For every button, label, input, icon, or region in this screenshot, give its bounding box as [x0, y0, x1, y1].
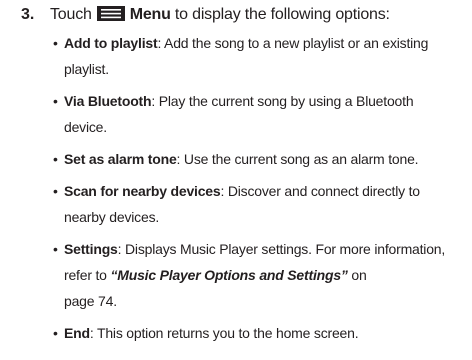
option-name: End — [64, 325, 90, 341]
bullet: • — [53, 151, 58, 167]
list-item-settings: • Settings: Displays Music Player settin… — [53, 236, 460, 314]
option-description: : Add the song to a new playlist or an e… — [157, 35, 429, 51]
page-reference: page 74. — [64, 293, 117, 309]
menu-label: Menu — [129, 6, 171, 23]
list-item-via-bluetooth: • Via Bluetooth: Play the current song b… — [53, 88, 460, 140]
option-name: Via Bluetooth — [64, 93, 152, 109]
option-name: Scan for nearby devices — [64, 183, 221, 199]
option-description: : Use the current song as an alarm tone. — [176, 151, 419, 167]
step-number: 3. — [21, 6, 35, 23]
option-name: Set as alarm tone — [64, 151, 177, 167]
option-name: Settings — [64, 241, 118, 257]
option-description: : Play the current song by using a Bluet… — [151, 93, 414, 109]
option-description: : Displays Music Player settings. For mo… — [117, 241, 446, 257]
list-item-set-as-alarm-tone: • Set as alarm tone: Use the current son… — [53, 146, 460, 172]
menu-icon — [96, 6, 125, 21]
option-description: : This option returns you to the home sc… — [89, 325, 359, 341]
step-text-touch: Touch — [50, 6, 92, 23]
option-name: Add to playlist — [64, 35, 158, 51]
bullet: • — [53, 93, 58, 109]
cross-reference-link[interactable]: “Music Player Options and Settings” — [110, 267, 347, 283]
option-description-refer: refer to — [64, 267, 111, 283]
bullet: • — [53, 35, 58, 51]
option-description: : Discover and connect directly to — [220, 183, 420, 199]
step-text-rest: to display the following options: — [170, 6, 390, 23]
bullet: • — [53, 241, 58, 257]
list-item-end: • End: This option returns you to the ho… — [53, 320, 460, 346]
option-description-on: on — [347, 267, 367, 283]
step-instruction: Touch Menu to display the following opti… — [50, 5, 390, 25]
option-description-cont: playlist. — [64, 61, 109, 77]
bullet: • — [53, 325, 58, 341]
list-item-add-to-playlist: • Add to playlist: Add the song to a new… — [53, 30, 460, 82]
list-item-scan-nearby-devices: • Scan for nearby devices: Discover and … — [53, 178, 460, 230]
option-description-cont: nearby devices. — [64, 209, 160, 225]
bullet: • — [53, 183, 58, 199]
option-description-cont: device. — [64, 119, 107, 135]
